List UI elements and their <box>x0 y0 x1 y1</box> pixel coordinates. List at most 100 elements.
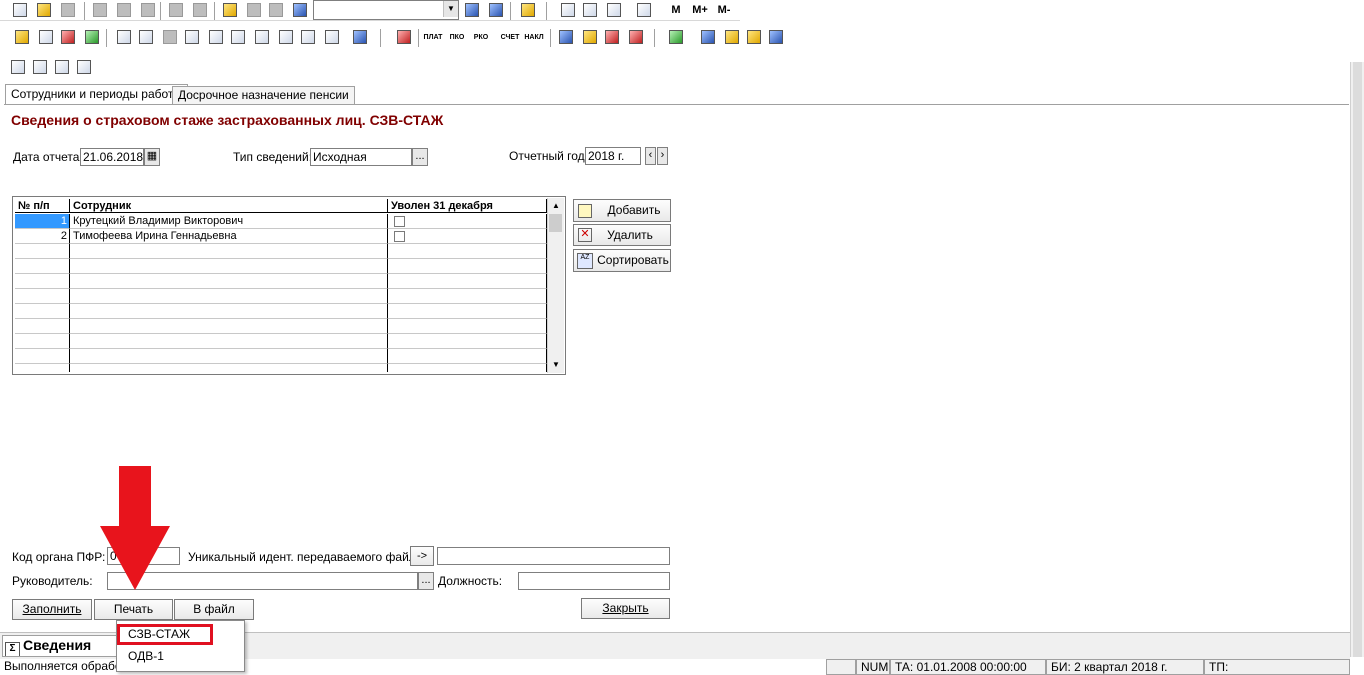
report-icon[interactable] <box>276 27 296 47</box>
employee-name-cell[interactable] <box>70 349 388 364</box>
dismissed-cell[interactable] <box>388 229 547 244</box>
row-number-cell[interactable] <box>15 319 70 334</box>
to-file-button[interactable]: В файл <box>174 599 254 620</box>
memory-button[interactable]: M <box>666 0 686 20</box>
t-doc-icon[interactable] <box>206 27 226 47</box>
employee-name-cell[interactable] <box>70 304 388 319</box>
dismissed-cell[interactable] <box>388 319 547 334</box>
add-button[interactable]: Добавить <box>573 199 671 222</box>
cut-icon[interactable] <box>90 0 110 20</box>
employee-name-cell[interactable] <box>70 289 388 304</box>
rko-button[interactable]: РКО <box>470 27 492 47</box>
dismissed-cell[interactable] <box>388 259 547 274</box>
help-icon[interactable] <box>518 0 538 20</box>
employee-name-cell[interactable] <box>70 334 388 349</box>
group-icon[interactable] <box>626 27 646 47</box>
people-icon[interactable] <box>556 27 576 47</box>
plat-button[interactable]: ПЛАТ <box>422 27 444 47</box>
row-number-cell[interactable] <box>15 334 70 349</box>
fill-button[interactable]: Заполнить <box>12 599 92 620</box>
table-row[interactable]: 1 Крутецкий Владимир Викторович <box>15 214 547 229</box>
chart-icon[interactable] <box>322 27 342 47</box>
login-icon[interactable] <box>8 57 28 77</box>
globe-icon[interactable] <box>666 27 686 47</box>
network-2-icon[interactable] <box>486 0 506 20</box>
archive-icon[interactable] <box>580 27 600 47</box>
print-button[interactable]: Печать <box>94 599 173 620</box>
row-number-cell[interactable]: 2 <box>15 229 70 244</box>
chevron-up-icon[interactable]: ▲ <box>548 198 564 214</box>
calendar-20-icon[interactable] <box>744 27 764 47</box>
menu-item-szv-stazh[interactable]: СЗВ-СТАЖ <box>128 627 190 641</box>
undo-icon[interactable] <box>244 0 264 20</box>
table-row[interactable] <box>15 304 547 319</box>
dismissed-cell[interactable] <box>388 214 547 229</box>
table-row[interactable] <box>15 259 547 274</box>
row-number-cell[interactable] <box>15 304 70 319</box>
file-id-field[interactable] <box>437 547 670 565</box>
journal-2-icon[interactable] <box>136 27 156 47</box>
table-row[interactable] <box>15 289 547 304</box>
position-field[interactable] <box>518 572 670 590</box>
tools-icon[interactable] <box>766 27 786 47</box>
calendar-picker-icon[interactable]: ▦ <box>144 148 160 166</box>
register-icon[interactable] <box>36 27 56 47</box>
report-year-field[interactable]: 2018 г. <box>585 147 641 165</box>
table-row[interactable] <box>15 364 547 372</box>
memory-minus-button[interactable]: M- <box>712 0 736 20</box>
print-preview-icon[interactable] <box>190 0 210 20</box>
dismissed-cell[interactable] <box>388 244 547 259</box>
tab-early-pension[interactable]: Досрочное назначение пенсии <box>172 86 355 105</box>
dismissed-cell[interactable] <box>388 304 547 319</box>
row-number-cell[interactable] <box>15 364 70 372</box>
employee-name-cell[interactable] <box>70 319 388 334</box>
dismissed-cell[interactable] <box>388 364 547 372</box>
calendar-icon[interactable] <box>580 0 600 20</box>
sort-button[interactable]: AZ Сортировать <box>573 249 671 272</box>
dm-icon[interactable] <box>602 27 622 47</box>
report-2-icon[interactable] <box>298 27 318 47</box>
dismissed-checkbox[interactable] <box>394 231 405 242</box>
memory-plus-button[interactable]: M+ <box>688 0 712 20</box>
t-doc-2-icon[interactable] <box>228 27 248 47</box>
employee-name-cell[interactable] <box>70 274 388 289</box>
row-number-cell[interactable] <box>15 244 70 259</box>
table-scrollbar[interactable]: ▲ ▼ <box>547 198 564 373</box>
manager-picker-button[interactable]: ... <box>418 572 434 590</box>
chevron-down-icon[interactable]: ▼ <box>443 1 458 17</box>
year-prev-button[interactable]: ‹ <box>645 147 656 165</box>
row-number-cell[interactable]: 1 <box>15 214 70 229</box>
help-doc-icon[interactable] <box>52 57 72 77</box>
employee-name-cell[interactable] <box>70 244 388 259</box>
tab-employees[interactable]: Сотрудники и периоды работы <box>5 84 189 105</box>
books-icon[interactable] <box>394 27 414 47</box>
close-button[interactable]: Закрыть <box>581 598 670 619</box>
network-icon[interactable] <box>462 0 482 20</box>
find-binoculars-icon[interactable] <box>290 0 310 20</box>
generate-file-id-button[interactable]: -> <box>410 546 434 566</box>
year-next-button[interactable]: › <box>657 147 668 165</box>
scroll-thumb[interactable] <box>549 214 562 232</box>
nakl-button[interactable]: НАКЛ <box>522 27 546 47</box>
toolbar-combo[interactable]: ▼ <box>313 0 459 20</box>
dismissed-cell[interactable] <box>388 349 547 364</box>
table-row[interactable]: 2 Тимофеева Ирина Геннадьевна <box>15 229 547 244</box>
row-number-cell[interactable] <box>15 274 70 289</box>
table-row[interactable] <box>15 244 547 259</box>
row-number-cell[interactable] <box>15 289 70 304</box>
dismissed-checkbox[interactable] <box>394 216 405 227</box>
dismissed-cell[interactable] <box>388 274 547 289</box>
info-type-picker-button[interactable]: ... <box>412 148 428 166</box>
calc-grid-icon[interactable] <box>558 0 578 20</box>
employee-name-cell[interactable] <box>70 364 388 372</box>
dismissed-cell[interactable] <box>388 334 547 349</box>
open-folder-icon[interactable] <box>34 0 54 20</box>
new-document-icon[interactable] <box>10 0 30 20</box>
employee-name-cell[interactable]: Тимофеева Ирина Геннадьевна <box>70 229 388 244</box>
chess-icon[interactable] <box>160 27 180 47</box>
delete-button[interactable]: ✕ Удалить <box>573 224 671 246</box>
schet-button[interactable]: СЧЕТ <box>498 27 522 47</box>
color-wheel-icon[interactable] <box>722 27 742 47</box>
table-row[interactable] <box>15 274 547 289</box>
copy-icon[interactable] <box>114 0 134 20</box>
